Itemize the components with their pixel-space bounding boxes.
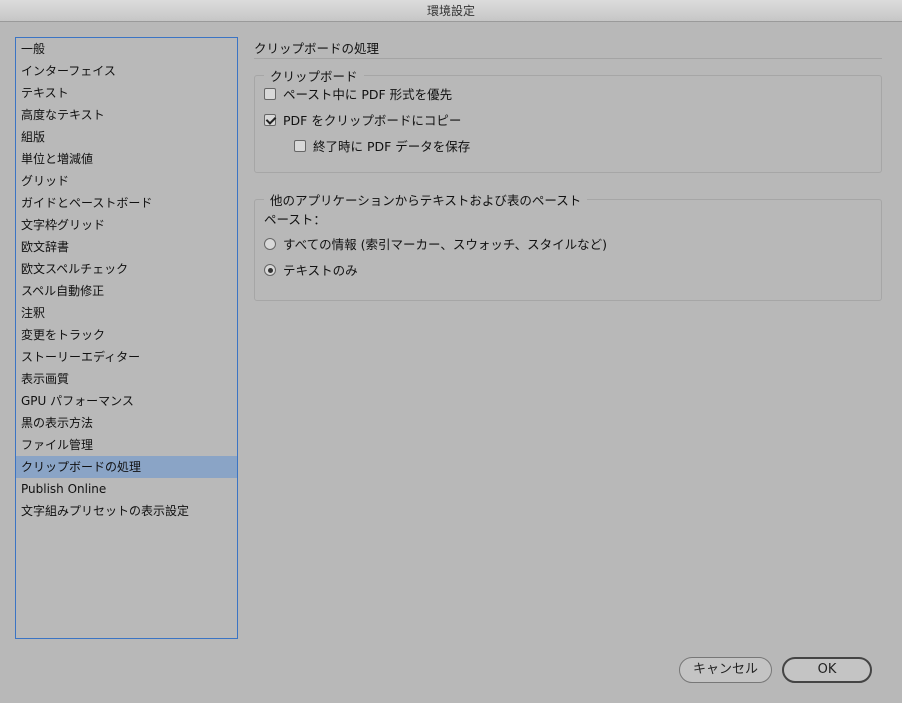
prefer-pdf-label: ペースト中に PDF 形式を優先 [283,87,453,102]
sidebar-item[interactable]: クリップボードの処理 [16,456,237,478]
sidebar-item[interactable]: スペル自動修正 [16,280,237,302]
paste-label: ペースト： [264,212,326,227]
paste-text-only-option[interactable]: テキストのみ [264,262,358,280]
sidebar-item[interactable]: 変更をトラック [16,324,237,346]
sidebar-item[interactable]: インターフェイス [16,60,237,82]
clipboard-group-legend: クリップボード [264,66,364,85]
paste-all-info-radio[interactable] [264,238,276,250]
paste-text-only-radio[interactable] [264,264,276,276]
sidebar-item[interactable]: 一般 [16,38,237,60]
paste-all-info-label: すべての情報 (索引マーカー、スウォッチ、スタイルなど) [283,237,607,252]
window-title: 環境設定 [426,4,475,18]
sidebar-item[interactable]: グリッド [16,170,237,192]
sidebar-item[interactable]: GPU パフォーマンス [16,390,237,412]
ok-button[interactable]: OK [782,657,872,683]
sidebar-item[interactable]: ストーリーエディター [16,346,237,368]
copy-pdf-option[interactable]: PDF をクリップボードにコピー [264,112,461,130]
sidebar-item[interactable]: 表示画質 [16,368,237,390]
sidebar-item[interactable]: テキスト [16,82,237,104]
save-pdf-on-quit-label: 終了時に PDF データを保存 [313,139,471,154]
paste-all-info-option[interactable]: すべての情報 (索引マーカー、スウォッチ、スタイルなど) [264,236,607,254]
prefer-pdf-option[interactable]: ペースト中に PDF 形式を優先 [264,86,452,104]
paste-text-only-label: テキストのみ [283,263,358,278]
sidebar-item[interactable]: 文字枠グリッド [16,214,237,236]
sidebar-item[interactable]: ガイドとペーストボード [16,192,237,214]
sidebar-item[interactable]: ファイル管理 [16,434,237,456]
sidebar-item[interactable]: Publish Online [16,478,237,500]
paste-group-legend: 他のアプリケーションからテキストおよび表のペースト [264,190,588,209]
window-title-bar: 環境設定 [0,0,902,22]
panel-title: クリップボードの処理 [254,41,380,56]
sidebar-item[interactable]: 高度なテキスト [16,104,237,126]
save-pdf-on-quit-option[interactable]: 終了時に PDF データを保存 [294,138,470,156]
cancel-button[interactable]: キャンセル [679,657,772,683]
sidebar-item[interactable]: 黒の表示方法 [16,412,237,434]
copy-pdf-checkbox[interactable] [264,114,276,126]
sidebar-item[interactable]: 欧文辞書 [16,236,237,258]
save-pdf-on-quit-checkbox[interactable] [294,140,306,152]
sidebar-item[interactable]: 組版 [16,126,237,148]
sidebar-item[interactable]: 欧文スペルチェック [16,258,237,280]
copy-pdf-label: PDF をクリップボードにコピー [283,113,462,128]
panel-title-divider [254,58,882,59]
sidebar-item[interactable]: 単位と増減値 [16,148,237,170]
preferences-category-list[interactable]: 一般 インターフェイス テキスト 高度なテキスト 組版 単位と増減値 グリッド ガイドとペース… [15,37,238,639]
sidebar-item[interactable]: 文字組みプリセットの表示設定 [16,500,237,522]
sidebar-item[interactable]: 注釈 [16,302,237,324]
prefer-pdf-checkbox[interactable] [264,88,276,100]
